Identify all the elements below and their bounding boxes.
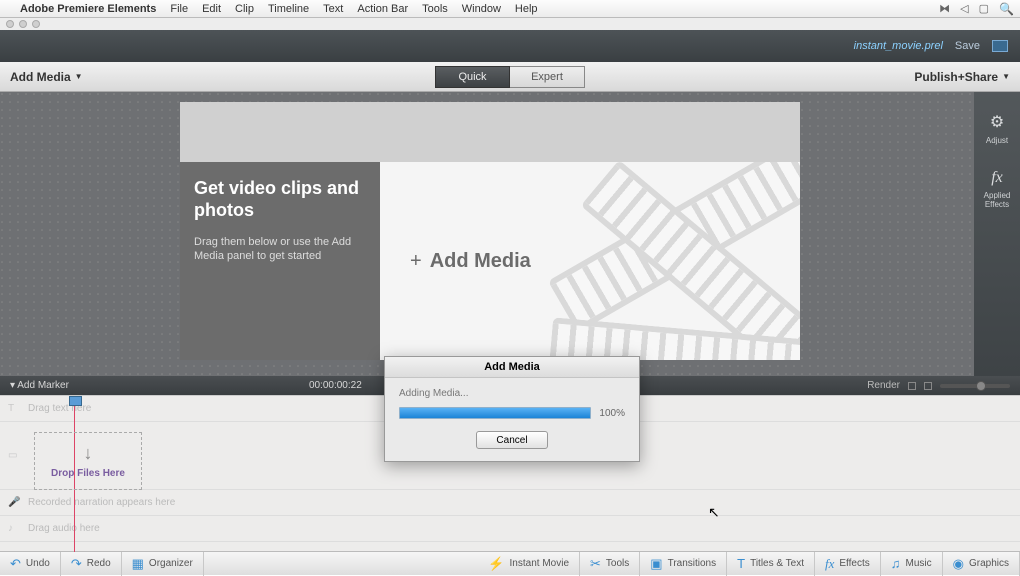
instruction-panel: Get video clips and photos Drag them bel… (180, 162, 380, 360)
menu-edit[interactable]: Edit (202, 3, 221, 15)
music-button[interactable]: ♫Music (881, 552, 943, 576)
fx-icon: fx (991, 169, 1003, 187)
add-marker-button[interactable]: ▾ Add Marker (10, 380, 69, 391)
audio-track-hint: Drag audio here (28, 523, 100, 534)
redo-button[interactable]: ↷Redo (61, 552, 122, 576)
timecode: 00:00:00:22 (309, 380, 362, 391)
view-icon-2[interactable] (924, 382, 932, 390)
zoom-slider[interactable] (940, 384, 1010, 388)
app-titlebar: instant_movie.prel Save (0, 30, 1020, 62)
drop-zone[interactable]: ↓ Drop Files Here (34, 432, 142, 490)
add-media-dropdown[interactable]: Add Media ▼ (0, 70, 93, 84)
render-button[interactable]: Render (867, 380, 900, 391)
effects-icon: fx (825, 556, 834, 572)
graphics-icon: ◉ (953, 556, 964, 572)
undo-button[interactable]: ↶Undo (0, 552, 61, 576)
titles-icon: T (737, 556, 745, 571)
monitor-stage: Get video clips and photos Drag them bel… (0, 92, 1020, 376)
audio-track-icon: ♪ (8, 523, 20, 534)
mic-track-icon: 🎤 (8, 497, 20, 508)
add-media-panel[interactable]: + Add Media (380, 162, 800, 360)
menu-text[interactable]: Text (323, 3, 343, 15)
wrench-icon: ✂ (590, 556, 601, 572)
organizer-button[interactable]: ▦Organizer (122, 552, 204, 576)
instant-movie-button[interactable]: ⚡Instant Movie (478, 552, 580, 576)
menu-actionbar[interactable]: Action Bar (357, 3, 408, 15)
adjust-label: Adjust (986, 136, 1008, 145)
add-media-text: Add Media (430, 250, 531, 272)
battery-icon[interactable]: ▢ (979, 2, 989, 15)
organizer-icon: ▦ (132, 556, 144, 572)
arrow-down-icon: ↓ (84, 443, 93, 464)
graphics-button[interactable]: ◉Graphics (943, 552, 1020, 576)
action-bar: ↶Undo ↷Redo ▦Organizer ⚡Instant Movie ✂T… (0, 551, 1020, 575)
filmstrip-decoration (580, 162, 800, 360)
titles-button[interactable]: TTitles & Text (727, 552, 815, 576)
narration-track-hint: Recorded narration appears here (28, 497, 175, 508)
project-name: instant_movie.prel (854, 40, 943, 52)
monitor-empty-area (180, 102, 800, 162)
drop-zone-label: Drop Files Here (51, 468, 125, 479)
text-track-icon: T (8, 403, 20, 414)
zoom-icon[interactable] (32, 20, 40, 28)
add-media-dialog: Add Media Adding Media... 100% Cancel (384, 356, 640, 462)
chevron-down-icon: ▼ (75, 72, 83, 81)
publish-label: Publish+Share (914, 70, 998, 84)
save-button[interactable]: Save (955, 40, 980, 52)
view-icon-1[interactable] (908, 382, 916, 390)
applied-effects-tab[interactable]: fx Applied Effects (974, 169, 1020, 209)
transition-icon: ▣ (650, 556, 662, 572)
menu-timeline[interactable]: Timeline (268, 3, 309, 15)
spotlight-icon[interactable]: 🔍 (999, 2, 1014, 16)
sliders-icon: ⚙ (990, 112, 1004, 132)
minimize-icon[interactable] (19, 20, 27, 28)
menu-file[interactable]: File (170, 3, 188, 15)
close-icon[interactable] (6, 20, 14, 28)
dialog-title: Add Media (385, 357, 639, 378)
redo-icon: ↷ (71, 556, 82, 572)
right-panel: ⚙ Adjust fx Applied Effects (974, 92, 1020, 376)
music-icon: ♫ (891, 556, 901, 571)
instruction-heading: Get video clips and photos (194, 178, 366, 221)
progress-percent: 100% (599, 408, 625, 419)
plus-icon: + (410, 250, 422, 272)
publish-share-dropdown[interactable]: Publish+Share ▼ (904, 70, 1020, 84)
transitions-button[interactable]: ▣Transitions (640, 552, 727, 576)
effects-label: Applied Effects (974, 191, 1020, 209)
mode-toolbar: Add Media ▼ Quick Expert Publish+Share ▼ (0, 62, 1020, 92)
tools-button[interactable]: ✂Tools (580, 552, 640, 576)
cursor-icon: ↖ (708, 504, 720, 521)
cancel-button[interactable]: Cancel (476, 431, 548, 449)
wifi-icon[interactable]: ⧓ (939, 2, 950, 15)
instruction-sub: Drag them below or use the Add Media pan… (194, 235, 366, 264)
wand-icon: ⚡ (488, 556, 504, 572)
menu-clip[interactable]: Clip (235, 3, 254, 15)
progress-bar (399, 407, 591, 419)
undo-icon: ↶ (10, 556, 21, 572)
adjust-tab[interactable]: ⚙ Adjust (986, 112, 1008, 145)
volume-icon[interactable]: ◁ (960, 2, 968, 15)
app-name[interactable]: Adobe Premiere Elements (20, 3, 156, 15)
menu-tools[interactable]: Tools (422, 3, 448, 15)
video-track-icon: ▭ (8, 450, 20, 461)
window-traffic-lights (0, 18, 1020, 30)
chevron-down-icon: ▼ (1002, 72, 1010, 81)
menu-window[interactable]: Window (462, 3, 501, 15)
tab-expert[interactable]: Expert (510, 66, 585, 88)
tab-quick[interactable]: Quick (435, 66, 510, 88)
menu-help[interactable]: Help (515, 3, 538, 15)
fullscreen-icon[interactable] (992, 40, 1008, 52)
dialog-status: Adding Media... (399, 388, 625, 399)
effects-button[interactable]: fxEffects (815, 552, 881, 576)
os-menubar: Adobe Premiere Elements File Edit Clip T… (0, 0, 1020, 18)
add-media-label: Add Media (10, 70, 71, 84)
